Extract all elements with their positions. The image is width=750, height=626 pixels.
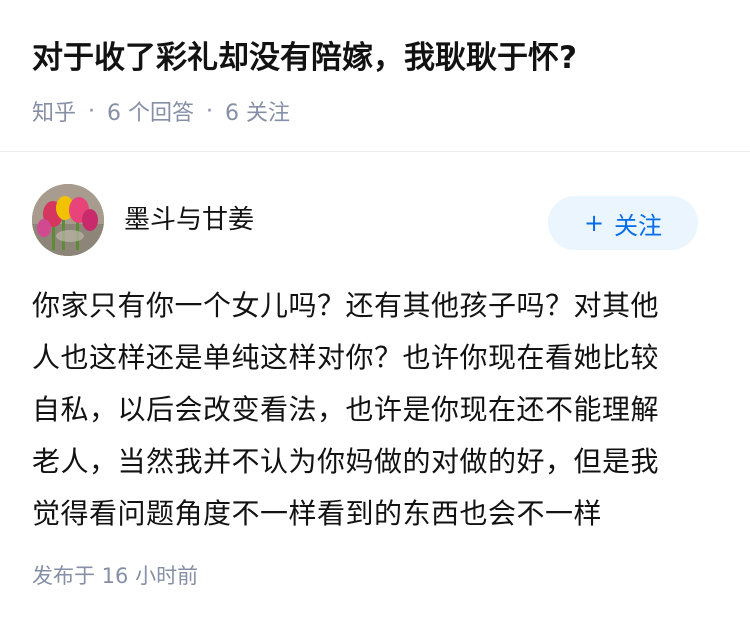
answer-line: 人也这样还是单纯这样对你？也许你现在看她比较 [32,341,660,374]
follow-button[interactable]: + 关注 [548,196,698,250]
avatar[interactable] [32,184,104,256]
answer-count[interactable]: 6 个回答 [107,95,194,127]
answer-line: 觉得看问题角度不一样看到的东西也会不一样 [32,497,603,530]
question-meta: 知乎 · 6 个回答 · 6 关注 [32,95,726,127]
answer-line: 自私，以后会改变看法，也许是你现在还不能理解 [32,393,660,426]
divider [0,151,750,152]
answer-line: 老人，当然我并不认为你妈做的对做的好，但是我 [32,445,660,478]
question-title[interactable]: 对于收了彩礼却没有陪嫁，我耿耿于怀? [32,36,726,80]
follower-count: 6 关注 [225,101,291,126]
meta-separator: · [206,98,214,124]
author-row: 墨斗与甘姜 + 关注 [32,184,698,256]
question-header: 对于收了彩礼却没有陪嫁，我耿耿于怀? 知乎 · 6 个回答 · 6 关注 [32,36,726,126]
author-name[interactable]: 墨斗与甘姜 [124,199,548,236]
publish-time: 发布于 16 小时前 [32,564,199,588]
follow-label: 关注 [614,211,663,240]
answer-line: 你家只有你一个女儿吗？还有其他孩子吗？对其他 [32,289,660,322]
plus-icon: + [583,209,605,237]
answer-content: 你家只有你一个女儿吗？还有其他孩子吗？对其他 人也这样还是单纯这样对你？也许你现… [32,280,710,540]
source-label[interactable]: 知乎 [32,95,76,127]
meta-separator: · [88,98,96,124]
tulip-photo-avatar-icon [32,184,104,256]
